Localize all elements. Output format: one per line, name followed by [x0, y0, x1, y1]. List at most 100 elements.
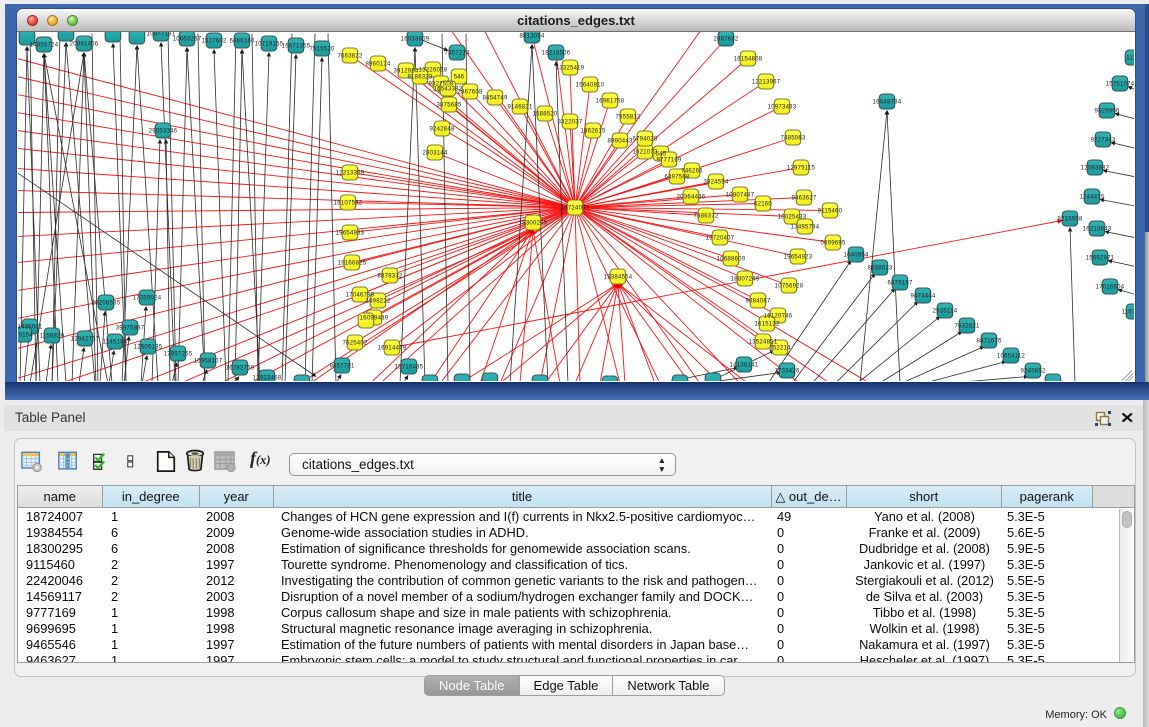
svg-text:1498222: 1498222 [365, 298, 391, 304]
svg-text:7515526: 7515526 [309, 46, 335, 52]
svg-text:9227343: 9227343 [1090, 137, 1116, 143]
svg-text:9463627: 9463627 [791, 195, 817, 201]
svg-text:8186323: 8186323 [407, 74, 433, 80]
svg-text:18807249: 18807249 [731, 276, 760, 282]
svg-text:13226058: 13226058 [419, 67, 448, 73]
svg-text:12093882: 12093882 [1081, 165, 1110, 171]
svg-text:16961758: 16961758 [596, 98, 625, 104]
svg-text:10977191: 10977191 [147, 32, 176, 38]
svg-text:1615132: 1615132 [754, 321, 780, 327]
svg-text:8471676: 8471676 [976, 338, 1002, 344]
svg-text:7632621: 7632621 [954, 323, 980, 329]
svg-text:9329966: 9329966 [1094, 108, 1120, 114]
svg-text:12942757: 12942757 [71, 336, 100, 342]
svg-text:16107552: 16107552 [334, 200, 363, 206]
svg-text:8454749: 8454749 [482, 95, 508, 101]
svg-text:39154: 39154 [18, 332, 33, 338]
svg-text:16782759: 16782759 [226, 365, 255, 371]
svg-text:1167531: 1167531 [1122, 309, 1134, 315]
svg-text:16210643: 16210643 [1083, 226, 1112, 232]
svg-text:7386372: 7386372 [693, 213, 719, 219]
svg-text:1588520: 1588520 [532, 111, 558, 117]
svg-text:19218506: 19218506 [542, 50, 571, 56]
svg-text:546: 546 [454, 74, 465, 80]
svg-text:20091406: 20091406 [70, 41, 99, 47]
svg-text:7625402: 7625402 [342, 340, 368, 346]
svg-text:15716485: 15716485 [395, 364, 424, 370]
svg-text:1435001: 1435001 [18, 324, 43, 330]
svg-text:1640954: 1640954 [843, 252, 869, 258]
svg-text:1362615: 1362615 [580, 128, 606, 134]
svg-text:18300295: 18300295 [519, 220, 548, 226]
svg-text:8215958: 8215958 [1057, 216, 1083, 222]
svg-text:10807487: 10807487 [726, 192, 755, 198]
svg-text:12975115: 12975115 [787, 165, 816, 171]
svg-text:9474444: 9474444 [910, 293, 936, 299]
svg-text:13495794: 13495794 [791, 224, 820, 230]
svg-text:16648784: 16648784 [873, 99, 902, 105]
svg-text:10958107: 10958107 [194, 358, 223, 364]
svg-text:9084067: 9084067 [745, 298, 771, 304]
svg-text:10719155: 10719155 [255, 41, 284, 47]
svg-text:19384554: 19384554 [604, 274, 633, 280]
svg-text:2803144: 2803144 [422, 150, 448, 156]
svg-text:15751074: 15751074 [1106, 81, 1134, 87]
svg-text:252214: 252214 [769, 345, 791, 351]
svg-text:6879197: 6879197 [887, 280, 913, 286]
svg-text:1527602: 1527602 [201, 38, 227, 44]
svg-text:8322037: 8322037 [557, 119, 583, 125]
svg-text:18724007: 18724007 [561, 205, 590, 211]
svg-text:17016504: 17016504 [1096, 284, 1125, 290]
svg-text:2887682: 2887682 [713, 36, 739, 42]
svg-text:16671355: 16671355 [282, 43, 311, 49]
svg-text:19654933: 19654933 [336, 230, 365, 236]
svg-text:20206535: 20206535 [92, 300, 121, 306]
svg-text:1112: 1112 [1126, 55, 1134, 61]
svg-text:10973493: 10973493 [768, 104, 797, 110]
svg-text:9242848: 9242848 [429, 126, 455, 132]
svg-text:7955812: 7955812 [615, 114, 641, 120]
svg-text:6497568: 6497568 [664, 174, 690, 180]
svg-text:16033809: 16033809 [401, 36, 430, 42]
svg-text:1145194: 1145194 [103, 339, 128, 345]
svg-text:10654112: 10654112 [997, 353, 1026, 359]
svg-text:12923468: 12923468 [253, 375, 282, 380]
svg-text:3875685: 3875685 [436, 102, 462, 108]
svg-text:7357224: 7357224 [444, 50, 470, 56]
svg-text:17957255: 17957255 [164, 351, 193, 357]
svg-text:8878332: 8878332 [377, 273, 403, 279]
svg-text:8813054: 8813054 [519, 33, 545, 39]
svg-text:16120746: 16120746 [764, 313, 793, 319]
svg-text:16154808: 16154808 [734, 56, 763, 62]
svg-text:1733426: 1733426 [774, 368, 800, 374]
svg-text:8960124: 8960124 [365, 61, 391, 67]
svg-text:20364436: 20364436 [677, 194, 706, 200]
svg-text:19166825: 19166825 [338, 260, 367, 266]
svg-text:19654923: 19654923 [784, 254, 813, 260]
svg-text:17359924: 17359924 [133, 295, 162, 301]
svg-text:1244415: 1244415 [1079, 194, 1105, 200]
svg-text:9457791: 9457791 [329, 363, 355, 369]
svg-text:12505135: 12505135 [134, 344, 163, 350]
svg-text:1156829: 1156829 [40, 333, 65, 339]
svg-text:2935114: 2935114 [933, 308, 958, 314]
svg-text:9146821: 9146821 [507, 104, 533, 110]
svg-text:7485063: 7485063 [780, 135, 806, 141]
svg-text:9115460: 9115460 [818, 208, 843, 214]
svg-text:10688609: 10688609 [717, 256, 746, 262]
svg-text:9777169: 9777169 [656, 157, 682, 163]
svg-text:12213369: 12213369 [336, 170, 365, 176]
svg-text:0699695: 0699695 [820, 240, 846, 246]
svg-text:3824554: 3824554 [703, 179, 729, 185]
svg-text:14055724: 14055724 [30, 42, 59, 48]
svg-text:8990443: 8990443 [607, 138, 633, 144]
svg-text:15692971: 15692971 [1086, 255, 1115, 261]
svg-text:16099489: 16099489 [360, 315, 389, 321]
svg-text:12213967: 12213967 [752, 79, 781, 85]
svg-text:29053346: 29053346 [149, 128, 178, 134]
svg-text:9245652: 9245652 [1020, 368, 1046, 374]
svg-text:15640910: 15640910 [576, 82, 605, 88]
svg-text:16543382: 16543382 [434, 86, 463, 92]
svg-text:14136141: 14136141 [730, 362, 759, 368]
svg-text:39975887: 39975887 [116, 325, 145, 331]
